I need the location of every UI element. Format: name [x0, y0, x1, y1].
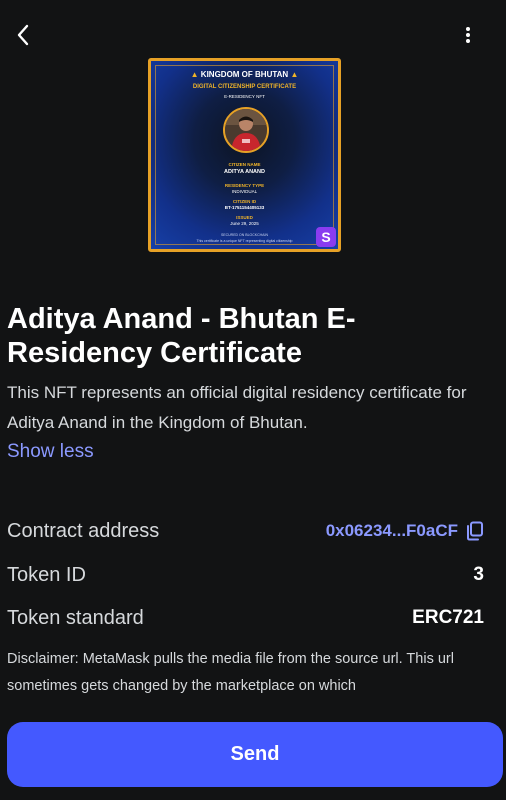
residency-type-value: INDIVIDUAL: [231, 189, 258, 194]
certificate-title: ▲ KINGDOM OF BHUTAN ▲: [151, 70, 338, 79]
certificate-subtitle: DIGITAL CITIZENSHIP CERTIFICATE: [192, 84, 297, 90]
portrait-image: [225, 109, 267, 151]
token-id-label: Token ID: [7, 563, 86, 586]
token-id-value: 3: [473, 564, 484, 585]
marketplace-badge: S: [316, 227, 336, 247]
contract-address-value[interactable]: 0x06234...F0aCF: [326, 521, 458, 541]
citizen-name-label: CITIZEN NAME: [228, 162, 261, 167]
more-options-button[interactable]: [458, 20, 478, 50]
copy-icon[interactable]: [466, 521, 484, 541]
issued-label: ISSUED: [236, 215, 253, 220]
nft-description: This NFT represents an official digital …: [7, 383, 467, 432]
citizen-name-value: ADITYA ANAND: [224, 169, 265, 175]
certificate-footer-line1: SECURED ON BLOCKCHAIN: [220, 233, 269, 237]
contract-address-label: Contract address: [7, 519, 160, 542]
emblem-icon: ▲: [190, 70, 199, 79]
token-standard-row: Token standard ERC721: [7, 603, 484, 633]
certificate-footer-line2: This certificate is a unique NFT represe…: [196, 239, 293, 243]
chevron-left-icon: [17, 24, 29, 46]
token-id-row: Token ID 3: [7, 560, 484, 590]
issued-value: June 29, 2025: [230, 221, 259, 226]
citizen-photo: [223, 107, 269, 153]
token-standard-value: ERC721: [412, 607, 484, 628]
nft-title: Aditya Anand - Bhutan E-Residency Certif…: [7, 303, 356, 369]
nft-image[interactable]: ▲ KINGDOM OF BHUTAN ▲ DIGITAL CITIZENSHI…: [148, 58, 341, 252]
contract-address-row: Contract address 0x06234...F0aCF: [7, 516, 484, 546]
show-less-link[interactable]: Show less: [7, 441, 94, 463]
citizen-id-value: BT-1751154405133: [224, 205, 265, 210]
emblem-icon: ▲: [290, 70, 299, 79]
more-vertical-icon: [466, 27, 470, 43]
send-button[interactable]: Send: [7, 722, 503, 787]
citizen-id-label: CITIZEN ID: [232, 199, 257, 204]
back-button[interactable]: [8, 20, 38, 50]
residency-type-label: RESIDENCY TYPE: [224, 183, 265, 188]
certificate-kind: E-RESIDENCY NFT: [224, 94, 265, 99]
contract-address-copy[interactable]: 0x06234...F0aCF: [326, 521, 484, 541]
token-standard-label: Token standard: [7, 606, 144, 629]
disclaimer-text: Disclaimer: MetaMask pulls the media fil…: [7, 651, 454, 694]
certificate-title-text: KINGDOM OF BHUTAN: [200, 70, 289, 79]
